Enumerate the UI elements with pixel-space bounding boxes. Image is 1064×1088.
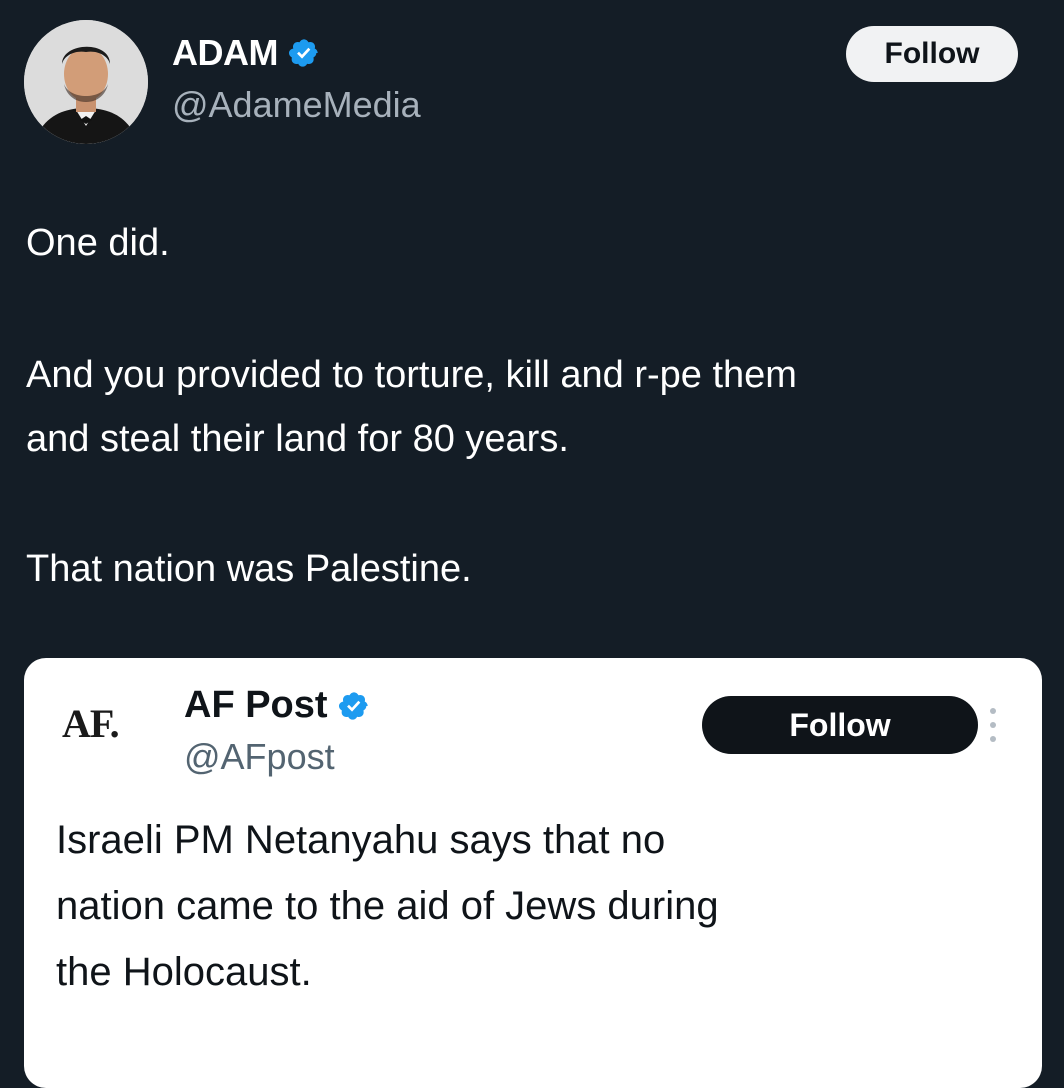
verified-badge-icon xyxy=(288,39,318,67)
more-options-icon[interactable] xyxy=(986,708,1000,742)
quoted-text-line: Israeli PM Netanyahu says that no xyxy=(56,818,666,862)
tweet-text-line: That nation was Palestine. xyxy=(26,548,472,590)
tweet-text-line: And you provided to torture, kill and r-… xyxy=(26,354,797,396)
author-handle[interactable]: @AdameMedia xyxy=(172,84,421,126)
quoted-text-line: nation came to the aid of Jews during xyxy=(56,884,719,928)
quoted-author-name-row[interactable]: AF Post xyxy=(184,684,370,727)
follow-button[interactable]: Follow xyxy=(846,26,1018,82)
af-post-logo: AF. xyxy=(62,701,120,746)
avatar[interactable] xyxy=(24,20,148,144)
quoted-author-handle[interactable]: @AFpost xyxy=(184,736,335,778)
tweet-text-line: One did. xyxy=(26,222,170,264)
author-name-row[interactable]: ADAM xyxy=(172,32,320,74)
tweet-text-line: and steal their land for 80 years. xyxy=(26,418,569,460)
author-name[interactable]: ADAM xyxy=(172,32,278,74)
quoted-author-name[interactable]: AF Post xyxy=(184,684,328,727)
quoted-text-line: the Holocaust. xyxy=(56,950,312,994)
avatar-image xyxy=(24,20,148,144)
verified-badge-icon xyxy=(338,691,368,720)
quoted-post-card[interactable]: AF. AF Post @AFpost Follow Israeli PM Ne… xyxy=(24,658,1042,1088)
quoted-follow-button[interactable]: Follow xyxy=(702,696,978,754)
